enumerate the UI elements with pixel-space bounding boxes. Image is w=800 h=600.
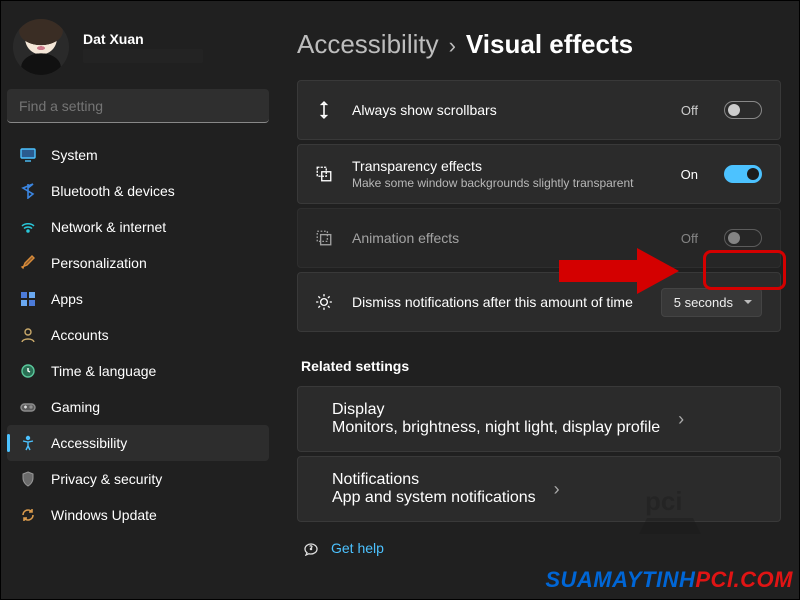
setting-title: Dismiss notifications after this amount …	[352, 294, 643, 310]
transparency-toggle[interactable]	[724, 165, 762, 183]
avatar	[13, 19, 69, 75]
breadcrumb: Accessibility › Visual effects	[297, 29, 781, 60]
related-subtitle: Monitors, brightness, night light, displ…	[332, 419, 660, 437]
sidebar-item-label: Gaming	[51, 399, 100, 415]
chevron-right-icon: ›	[449, 33, 456, 59]
scrollbar-icon	[314, 101, 334, 119]
clock-icon	[19, 363, 37, 379]
toggle-state: Off	[681, 231, 698, 246]
accessibility-icon	[19, 435, 37, 451]
brush-icon	[19, 255, 37, 271]
shield-icon	[19, 471, 37, 487]
related-title: Notifications	[332, 471, 536, 489]
chevron-right-icon: ›	[678, 409, 684, 430]
related-heading: Related settings	[301, 358, 781, 374]
sidebar-item-label: Network & internet	[51, 219, 166, 235]
setting-scrollbars[interactable]: Always show scrollbars Off	[297, 80, 781, 140]
nav-list: System Bluetooth & devices Network & int…	[1, 133, 275, 533]
wifi-icon	[19, 219, 37, 235]
sidebar-item-time[interactable]: Time & language	[7, 353, 269, 389]
page-title: Visual effects	[466, 29, 633, 60]
bluetooth-icon	[19, 183, 37, 199]
sidebar-item-apps[interactable]: Apps	[7, 281, 269, 317]
apps-icon	[19, 291, 37, 307]
animation-toggle[interactable]	[724, 229, 762, 247]
chevron-right-icon: ›	[554, 479, 560, 500]
search-input[interactable]	[7, 89, 269, 123]
sidebar-item-label: Privacy & security	[51, 471, 162, 487]
sidebar-item-label: Accessibility	[51, 435, 127, 451]
related-subtitle: App and system notifications	[332, 489, 536, 507]
related-display[interactable]: Display Monitors, brightness, night ligh…	[297, 386, 781, 452]
get-help-label: Get help	[331, 540, 384, 556]
profile-block[interactable]: Dat Xuan	[1, 3, 275, 89]
update-icon	[19, 507, 37, 523]
accounts-icon	[19, 327, 37, 343]
sidebar-item-bluetooth[interactable]: Bluetooth & devices	[7, 173, 269, 209]
profile-name: Dat Xuan	[83, 31, 203, 47]
sidebar-item-label: Windows Update	[51, 507, 157, 523]
animation-icon	[314, 229, 334, 247]
sidebar-item-accounts[interactable]: Accounts	[7, 317, 269, 353]
sidebar-item-label: Time & language	[51, 363, 156, 379]
setting-title: Always show scrollbars	[352, 102, 663, 118]
breadcrumb-parent[interactable]: Accessibility	[297, 29, 439, 60]
toggle-state: On	[681, 167, 698, 182]
sidebar-item-network[interactable]: Network & internet	[7, 209, 269, 245]
sidebar: Dat Xuan System Bluetooth & devices Netw…	[1, 1, 275, 599]
sidebar-item-label: Bluetooth & devices	[51, 183, 175, 199]
transparency-icon	[314, 165, 334, 183]
sidebar-item-update[interactable]: Windows Update	[7, 497, 269, 533]
svg-text:pci: pci	[645, 486, 683, 516]
annotation-highlight-box	[703, 250, 786, 290]
search-wrap	[7, 89, 269, 123]
related-title: Display	[332, 401, 660, 419]
gaming-icon	[19, 399, 37, 415]
setting-title: Animation effects	[352, 230, 663, 246]
setting-transparency[interactable]: Transparency effects Make some window ba…	[297, 144, 781, 204]
annotation-arrow	[559, 248, 679, 294]
sidebar-item-gaming[interactable]: Gaming	[7, 389, 269, 425]
sidebar-item-label: Accounts	[51, 327, 109, 343]
toggle-state: Off	[681, 103, 698, 118]
scrollbars-toggle[interactable]	[724, 101, 762, 119]
sidebar-item-accessibility[interactable]: Accessibility	[7, 425, 269, 461]
help-icon	[303, 540, 319, 556]
profile-email	[83, 49, 203, 63]
sidebar-item-privacy[interactable]: Privacy & security	[7, 461, 269, 497]
main-content: Accessibility › Visual effects Always sh…	[275, 1, 799, 599]
sidebar-item-system[interactable]: System	[7, 137, 269, 173]
setting-subtitle: Make some window backgrounds slightly tr…	[352, 176, 663, 190]
sidebar-item-label: System	[51, 147, 98, 163]
monitor-icon	[19, 147, 37, 163]
watermark-logo: pci	[639, 482, 709, 547]
watermark-text: SUAMAYTINHPCI.COM	[545, 567, 793, 593]
sidebar-item-personalization[interactable]: Personalization	[7, 245, 269, 281]
sidebar-item-label: Personalization	[51, 255, 147, 271]
brightness-icon	[314, 293, 334, 311]
setting-title: Transparency effects	[352, 158, 663, 174]
sidebar-item-label: Apps	[51, 291, 83, 307]
